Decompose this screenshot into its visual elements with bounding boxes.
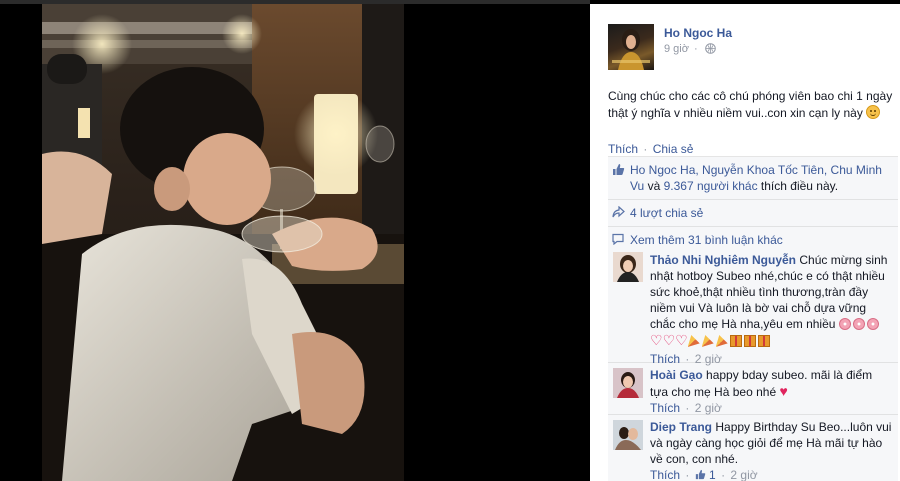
likers-and: và bbox=[647, 179, 661, 193]
post-meta: 9 giờ · bbox=[664, 43, 716, 57]
actions-separator: · bbox=[643, 142, 648, 156]
comment-meta: Thích · 2 giờ bbox=[650, 400, 892, 416]
flower-emoji-icon bbox=[866, 318, 879, 330]
heart-emoji-icon: ♡ bbox=[650, 332, 663, 348]
comment-likes-count[interactable]: 1 bbox=[709, 468, 716, 481]
shares-link[interactable]: 4 lượt chia sẻ bbox=[630, 206, 703, 220]
share-link[interactable]: Chia sẻ bbox=[653, 142, 694, 156]
shares-row: 4 lượt chia sẻ bbox=[608, 200, 898, 227]
comment-body: Diep Trang Happy Birthday Su Beo...luôn … bbox=[650, 419, 892, 467]
commenter-name[interactable]: Thảo Nhi Nghiêm Nguyễn bbox=[650, 253, 796, 267]
comment-body: Thảo Nhi Nghiêm Nguyễn Chúc mừng sinh nh… bbox=[650, 252, 892, 349]
post-side-panel: Ho Ngoc Ha 9 giờ · Cùng chúc cho các cô … bbox=[590, 4, 900, 481]
comment-meta: Thích · 1 · 2 giờ bbox=[650, 467, 892, 481]
comments-list: Thảo Nhi Nghiêm Nguyễn Chúc mừng sinh nh… bbox=[608, 247, 898, 481]
comment-meta-separator: · bbox=[685, 468, 690, 481]
comment-meta-separator: · bbox=[721, 468, 726, 481]
commenter-name[interactable]: Hoài Gạo bbox=[650, 368, 703, 382]
page-avatar-image bbox=[612, 29, 650, 70]
comment-timestamp[interactable]: 2 giờ bbox=[695, 401, 722, 415]
post-photo[interactable] bbox=[42, 4, 404, 481]
gift-emoji-icon bbox=[743, 335, 756, 347]
heart-emoji-icon: ♡ bbox=[675, 332, 688, 348]
feedback-summary: Ho Ngoc Ha, Nguyễn Khoa Tốc Tiên, Chu Mi… bbox=[608, 156, 898, 254]
post-actions: Thích · Chia sẻ bbox=[608, 142, 693, 156]
party-popper-emoji-icon bbox=[715, 335, 728, 347]
party-popper-emoji-icon bbox=[687, 335, 700, 347]
comment-meta-separator: · bbox=[685, 401, 690, 415]
commenter-avatar[interactable] bbox=[613, 252, 643, 282]
flower-emoji-icon bbox=[852, 318, 865, 330]
likers-others-link[interactable]: 9.367 người khác bbox=[664, 179, 758, 193]
gift-emoji-icon bbox=[757, 335, 770, 347]
comment-body: Hoài Gạo happy bday subeo. mãi là điểm t… bbox=[650, 367, 892, 400]
commenter-avatar[interactable] bbox=[613, 368, 643, 398]
post-timestamp[interactable]: 9 giờ bbox=[664, 43, 689, 55]
gift-emoji-icon bbox=[729, 335, 742, 347]
post-message-text: Cùng chúc cho các cô chú phóng viên bao … bbox=[608, 89, 893, 120]
heart-emoji-icon: ♥ bbox=[779, 383, 788, 399]
globe-icon[interactable] bbox=[704, 43, 716, 57]
commenter-name[interactable]: Diep Trang bbox=[650, 420, 712, 434]
likers-row: Ho Ngoc Ha, Nguyễn Khoa Tốc Tiên, Chu Mi… bbox=[608, 157, 898, 200]
commenter-avatar[interactable] bbox=[613, 420, 643, 450]
comment-timestamp[interactable]: 2 giờ bbox=[730, 468, 757, 481]
party-popper-emoji-icon bbox=[701, 335, 714, 347]
photo-viewer-stage bbox=[0, 0, 590, 481]
view-more-comments-link[interactable]: Xem thêm 31 bình luận khác bbox=[630, 233, 783, 247]
post-message: Cùng chúc cho các cô chú phóng viên bao … bbox=[608, 88, 894, 122]
comment-like-link[interactable]: Thích bbox=[650, 468, 680, 481]
comment-item: Hoài Gạo happy bday subeo. mãi là điểm t… bbox=[608, 363, 898, 415]
like-thumb-icon bbox=[695, 468, 709, 481]
flower-emoji-icon bbox=[838, 318, 851, 330]
share-arrow-icon bbox=[612, 205, 625, 222]
comment-item: Diep Trang Happy Birthday Su Beo...luôn … bbox=[608, 415, 898, 481]
like-thumb-icon bbox=[612, 163, 625, 180]
comment-like-link[interactable]: Thích bbox=[650, 401, 680, 415]
page-avatar[interactable] bbox=[608, 24, 654, 70]
like-link[interactable]: Thích bbox=[608, 142, 638, 156]
heart-emoji-icon: ♡ bbox=[662, 332, 676, 348]
smile-emoji-icon bbox=[866, 105, 881, 119]
meta-separator: · bbox=[694, 43, 698, 55]
page-name-link[interactable]: Ho Ngoc Ha bbox=[664, 26, 732, 40]
comment-item: Thảo Nhi Nghiêm Nguyễn Chúc mừng sinh nh… bbox=[608, 247, 898, 366]
photo-scene bbox=[42, 4, 404, 481]
likers-suffix: thích điều này. bbox=[760, 179, 839, 193]
post-header: Ho Ngoc Ha 9 giờ · bbox=[608, 24, 898, 76]
